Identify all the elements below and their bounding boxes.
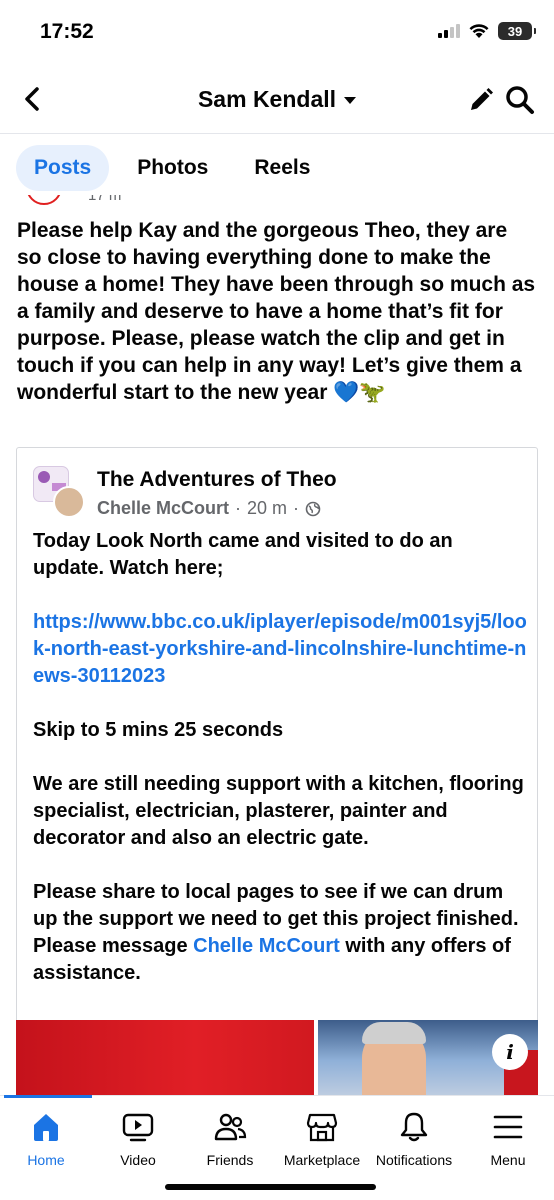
status-time: 17:52 bbox=[40, 20, 94, 43]
nav-notifications[interactable]: Notifications bbox=[368, 1096, 460, 1176]
menu-icon bbox=[493, 1115, 523, 1139]
nav-label: Menu bbox=[490, 1152, 526, 1168]
post-feed: 17 m Please help Kay and the gorgeous Th… bbox=[0, 195, 554, 1095]
media-thumbnails: i bbox=[16, 1020, 538, 1095]
profile-tabs: Posts Photos Reels bbox=[16, 145, 328, 191]
status-bar: 17:52 39 bbox=[0, 0, 554, 64]
tab-photos[interactable]: Photos bbox=[119, 145, 226, 191]
shared-post-avatar[interactable] bbox=[33, 466, 85, 518]
bell-icon bbox=[400, 1112, 428, 1142]
nav-home[interactable]: Home bbox=[0, 1095, 92, 1176]
search-icon[interactable] bbox=[504, 84, 536, 116]
meta-separator: · bbox=[293, 498, 300, 518]
active-indicator bbox=[4, 1095, 92, 1098]
post-time: 17 m bbox=[88, 195, 122, 204]
globe-icon bbox=[305, 501, 321, 516]
shared-post-paragraph: Please share to local pages to see if we… bbox=[33, 879, 528, 987]
shared-post-paragraph: Today Look North came and visited to do … bbox=[33, 530, 453, 579]
avatar[interactable] bbox=[26, 195, 62, 205]
author-mention-link[interactable]: Chelle McCourt bbox=[193, 935, 340, 957]
nav-label: Video bbox=[120, 1152, 156, 1168]
shared-page-name[interactable]: The Adventures of Theo bbox=[97, 468, 337, 492]
home-indicator bbox=[165, 1184, 376, 1190]
profile-name: Sam Kendall bbox=[197, 86, 337, 112]
author-avatar bbox=[53, 486, 85, 518]
nav-label: Notifications bbox=[375, 1152, 453, 1168]
shared-post-meta: Chelle McCourt · 20 m · bbox=[97, 498, 321, 519]
video-icon bbox=[122, 1113, 154, 1142]
shared-post-body: Today Look North came and visited to do … bbox=[33, 528, 528, 1014]
wifi-icon bbox=[469, 24, 489, 38]
shared-post-time: 20 m bbox=[247, 498, 288, 518]
tab-posts[interactable]: Posts bbox=[16, 145, 110, 191]
nav-video[interactable]: Video bbox=[92, 1096, 184, 1176]
meta-separator: · bbox=[235, 498, 242, 518]
marketplace-icon bbox=[306, 1113, 338, 1142]
home-icon bbox=[34, 1114, 58, 1141]
nav-menu[interactable]: Menu bbox=[462, 1096, 554, 1176]
post-header-partial: 17 m bbox=[16, 195, 216, 209]
nav-label: Friends bbox=[206, 1152, 254, 1168]
post-text: Please help Kay and the gorgeous Theo, t… bbox=[17, 219, 536, 404]
tab-reels[interactable]: Reels bbox=[236, 145, 328, 191]
signal-icon bbox=[438, 24, 460, 38]
friends-icon bbox=[214, 1113, 247, 1141]
nav-label: Marketplace bbox=[283, 1152, 361, 1168]
shared-post-card[interactable]: The Adventures of Theo Chelle McCourt · … bbox=[16, 447, 538, 1095]
info-icon[interactable]: i bbox=[492, 1034, 528, 1070]
media-thumbnail-red[interactable] bbox=[16, 1020, 314, 1095]
nav-friends[interactable]: Friends bbox=[184, 1096, 276, 1176]
iplayer-link[interactable]: https://www.bbc.co.uk/iplayer/episode/m0… bbox=[33, 611, 527, 687]
media-thumbnail-presenter[interactable]: i bbox=[318, 1020, 538, 1095]
nav-marketplace[interactable]: Marketplace bbox=[276, 1096, 368, 1176]
shared-post-paragraph: We are still needing support with a kitc… bbox=[33, 773, 524, 849]
nav-label: Home bbox=[27, 1152, 65, 1168]
battery-icon: 39 bbox=[498, 22, 536, 40]
shared-post-author[interactable]: Chelle McCourt bbox=[97, 498, 229, 519]
caret-down-icon bbox=[344, 97, 357, 105]
profile-header: Sam Kendall bbox=[0, 64, 554, 134]
status-icons: 39 bbox=[438, 22, 536, 40]
edit-pencil-icon[interactable] bbox=[466, 85, 496, 115]
shared-post-paragraph: Skip to 5 mins 25 seconds bbox=[33, 719, 284, 741]
